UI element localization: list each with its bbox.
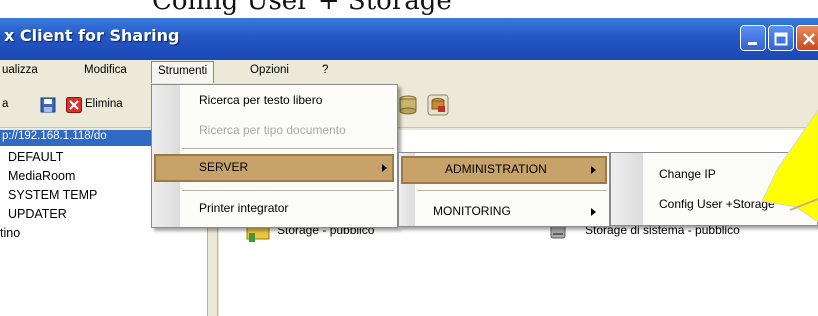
db-icon[interactable]: [427, 94, 449, 116]
administration-submenu: Change IP Config User +Storage: [610, 152, 818, 226]
db-icon[interactable]: [398, 94, 418, 116]
delete-button[interactable]: Elimina: [85, 98, 123, 110]
minimize-icon: [746, 31, 760, 45]
submenu-arrow-icon: [591, 166, 596, 174]
menu-item-change-ip[interactable]: Change IP: [659, 167, 716, 181]
minimize-button[interactable]: [740, 25, 766, 51]
submenu-arrow-icon: [591, 208, 596, 216]
maximize-icon: [774, 31, 788, 46]
delete-x-icon: [66, 97, 82, 113]
menu-item-config-user-storage[interactable]: Config User +Storage: [659, 197, 775, 211]
floppy-save-icon[interactable]: [40, 97, 56, 113]
menu-item-server[interactable]: SERVER: [199, 160, 248, 174]
close-icon: [802, 31, 816, 45]
window-title: x Client for Sharing: [4, 26, 180, 45]
tree-node[interactable]: SYSTEM TEMP: [8, 188, 97, 202]
strumenti-menu: Ricerca per testo libero Ricerca per tip…: [151, 84, 398, 228]
tree-node[interactable]: DEFAULT: [8, 150, 63, 164]
tree-node[interactable]: tino: [0, 226, 20, 240]
menu-visualizza[interactable]: ualizza: [2, 64, 38, 76]
menu-item-printer[interactable]: Printer integrator: [199, 201, 288, 215]
menu-item-search-text[interactable]: Ricerca per testo libero: [199, 93, 322, 107]
maximize-button[interactable]: [768, 25, 794, 51]
menu-item-search-type[interactable]: Ricerca per tipo documento: [199, 123, 346, 137]
menu-modifica[interactable]: Modifica: [84, 64, 127, 76]
menu-opzioni[interactable]: Opzioni: [250, 64, 289, 76]
menu-strumenti[interactable]: Strumenti: [151, 61, 215, 83]
close-button[interactable]: [796, 25, 818, 51]
menu-help[interactable]: ?: [322, 64, 328, 76]
menu-highlight-server: [154, 154, 394, 182]
tree-node[interactable]: MediaRoom: [8, 169, 75, 183]
tree-node[interactable]: UPDATER: [8, 207, 67, 221]
toolbar-left-label[interactable]: a: [2, 98, 8, 110]
caption: Config User + Storage: [152, 0, 452, 16]
submenu-arrow-icon: [382, 164, 387, 172]
title-bar: x Client for Sharing: [0, 18, 818, 60]
server-submenu: ADMINISTRATION MONITORING: [398, 152, 610, 227]
menu-bar: ualizza Modifica Strumenti Opzioni ?: [0, 60, 818, 84]
toolbar: a Elimina: [0, 84, 818, 128]
menu-item-administration[interactable]: ADMINISTRATION: [445, 162, 547, 176]
menu-item-monitoring[interactable]: MONITORING: [433, 204, 511, 218]
